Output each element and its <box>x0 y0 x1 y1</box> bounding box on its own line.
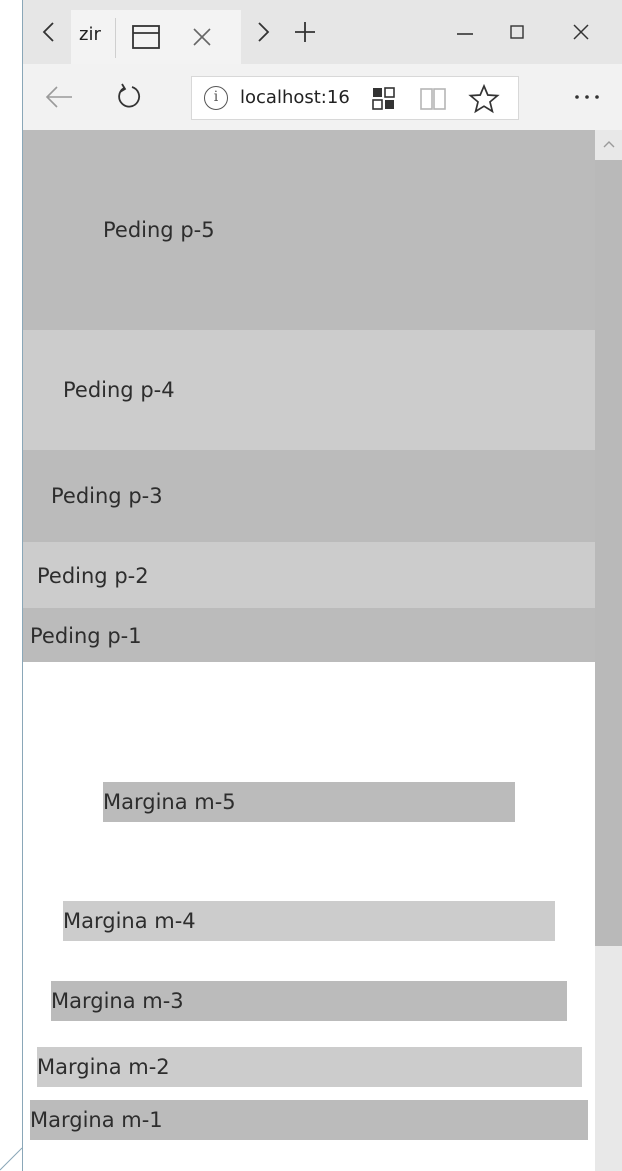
chevron-up-icon <box>603 141 615 148</box>
close-icon <box>573 24 589 40</box>
margin-label: Margina m-1 <box>30 1108 163 1132</box>
scrollbar-thumb[interactable] <box>595 160 622 946</box>
new-tab-button[interactable] <box>285 0 325 64</box>
maximize-button[interactable] <box>493 0 541 64</box>
close-icon <box>193 28 211 46</box>
site-info-icon[interactable]: i <box>204 86 228 110</box>
navigation-bar: i localhost:16 <box>23 64 622 130</box>
padding-box-p3: Peding p-3 <box>23 450 595 542</box>
url-text[interactable]: localhost:16 <box>240 87 365 108</box>
refresh-button[interactable] <box>105 64 153 130</box>
tab-scroll-right-button[interactable] <box>243 0 283 64</box>
tab-strip: zir <box>23 0 622 64</box>
reading-view-icon[interactable] <box>418 85 448 113</box>
padding-label: Peding p-5 <box>103 218 215 242</box>
back-button[interactable] <box>35 64 83 130</box>
margin-label: Margina m-3 <box>51 989 184 1013</box>
close-window-button[interactable] <box>557 0 605 64</box>
margin-box-m3: Margina m-3 <box>51 981 567 1021</box>
margin-box-m1: Margina m-1 <box>30 1100 588 1140</box>
margin-label: Margina m-5 <box>103 790 236 814</box>
tab-close-button[interactable] <box>191 16 213 63</box>
margin-label: Margina m-4 <box>63 909 196 933</box>
chevron-right-icon <box>258 22 270 42</box>
maximize-icon <box>510 25 524 39</box>
padding-box-p2: Peding p-2 <box>23 542 595 608</box>
margin-box-m5: Margina m-5 <box>103 782 515 822</box>
address-bar[interactable]: i localhost:16 <box>191 76 519 120</box>
padding-box-p1: Peding p-1 <box>23 608 595 662</box>
padding-box-p5: Peding p-5 <box>23 130 595 330</box>
margin-box-m2: Margina m-2 <box>37 1047 582 1087</box>
minimize-button[interactable] <box>441 0 489 64</box>
tab-preview-icon[interactable] <box>129 20 163 54</box>
scroll-up-button[interactable] <box>595 130 622 158</box>
padding-label: Peding p-3 <box>51 484 163 508</box>
plus-icon <box>295 22 315 42</box>
star-icon[interactable] <box>468 83 500 115</box>
margin-label: Margina m-2 <box>37 1055 170 1079</box>
vertical-scrollbar[interactable] <box>595 130 622 1171</box>
tab-scroll-left-button[interactable] <box>29 0 69 64</box>
arrow-left-icon <box>45 86 72 108</box>
browser-tab[interactable]: zir <box>71 10 241 64</box>
page-viewport: Peding p-5 Peding p-4 Peding p-3 Peding … <box>23 130 595 1171</box>
refresh-icon <box>118 83 141 108</box>
minimize-icon <box>457 33 473 35</box>
more-button[interactable] <box>563 64 611 130</box>
padding-box-p4: Peding p-4 <box>23 330 595 450</box>
tab-divider <box>115 18 116 58</box>
margin-box-m4: Margina m-4 <box>63 901 555 941</box>
padding-label: Peding p-2 <box>37 564 149 588</box>
padding-label: Peding p-4 <box>63 378 175 402</box>
more-icon <box>575 95 599 99</box>
padding-label: Peding p-1 <box>30 624 142 648</box>
browser-window: zir i localhost:16 Peding p-5 Peding p-4… <box>22 0 622 1171</box>
translate-icon[interactable] <box>370 85 398 113</box>
chevron-left-icon <box>42 22 54 42</box>
tab-title: zir <box>79 24 101 45</box>
